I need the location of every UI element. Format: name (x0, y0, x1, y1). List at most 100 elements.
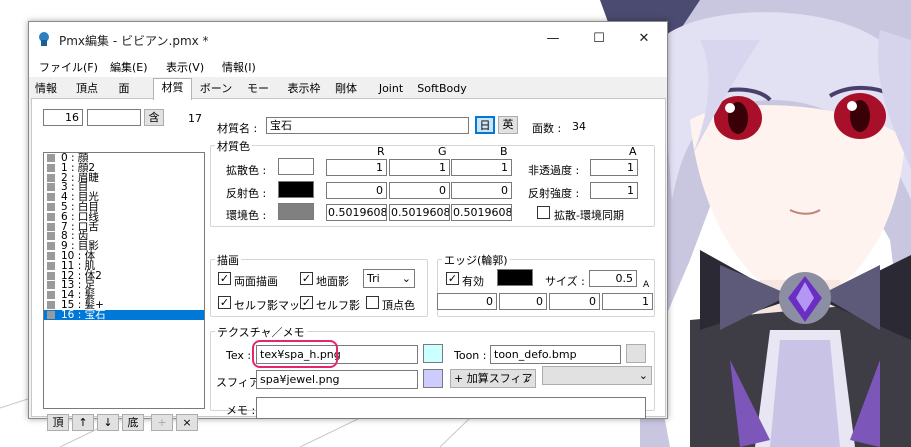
material-color-group-title: 材質色 (215, 138, 252, 154)
minimize-button[interactable]: — (530, 22, 576, 55)
move-bottom-button[interactable]: 底 (122, 414, 144, 431)
material-visibility-icon[interactable] (47, 173, 55, 182)
vertex-color-checkbox[interactable] (366, 296, 379, 309)
toon-select[interactable]: ⌄ (542, 366, 652, 385)
ambient-g-input[interactable]: 0.5019608 (389, 204, 450, 221)
lang-jp-button[interactable]: 日 (475, 116, 495, 134)
tab-softbody[interactable]: SoftBody (417, 80, 467, 97)
material-visibility-icon[interactable] (47, 242, 55, 251)
menu-edit[interactable]: 編集(E) (110, 59, 148, 75)
toon-path-input[interactable]: toon_defo.bmp (490, 345, 621, 364)
ground-shadow-checkbox[interactable]: ✓ (300, 272, 313, 285)
tab-material[interactable]: 材質 (153, 78, 192, 100)
material-list[interactable]: 0 : 顔1 : 顔2 2 : 眉睫 3 : 目4 : 目光 5 : 白目 6 : 口线… (43, 152, 205, 409)
window-title: Pmx編集 - ビビアン.pmx * (59, 34, 209, 48)
memo-input[interactable] (256, 397, 646, 419)
edge-size-input[interactable]: 0.5 (589, 270, 637, 287)
tab-bone[interactable]: ボーン (199, 80, 233, 97)
edge-b-input[interactable]: 0 (549, 293, 600, 310)
material-visibility-icon[interactable] (47, 222, 55, 231)
material-visibility-icon[interactable] (47, 281, 55, 290)
delete-material-button[interactable]: × (176, 414, 198, 431)
header-r: R (377, 145, 385, 158)
specular-g-input[interactable]: 0 (389, 182, 450, 199)
material-name-input[interactable]: 宝石 (266, 117, 469, 134)
material-visibility-icon[interactable] (47, 232, 55, 241)
maximize-button[interactable]: ☐ (576, 22, 622, 55)
tab-display-frame[interactable]: 表示枠 (284, 80, 324, 97)
material-visibility-icon[interactable] (47, 251, 55, 260)
draw-mode-select[interactable]: Tri ⌄ (363, 269, 415, 288)
sync-checkbox[interactable] (537, 206, 550, 219)
diffuse-label: 拡散色 : (226, 164, 267, 177)
ambient-swatch[interactable] (278, 203, 314, 220)
material-visibility-icon[interactable] (47, 271, 55, 280)
highlight-ring (252, 340, 338, 368)
material-visibility-icon[interactable] (47, 300, 55, 309)
sphere-color-swatch[interactable] (423, 369, 443, 388)
tab-face[interactable]: 面 (114, 80, 134, 97)
material-visibility-icon[interactable] (47, 310, 55, 319)
sphere-mode-select[interactable]: + 加算スフィア ⌄ (450, 369, 536, 388)
tab-joint[interactable]: Joint (374, 80, 408, 97)
tex-color-swatch[interactable] (423, 344, 443, 363)
material-visibility-icon[interactable] (47, 154, 55, 162)
specular-r-input[interactable]: 0 (326, 182, 387, 199)
specular-b-input[interactable]: 0 (451, 182, 512, 199)
edge-a-input[interactable]: 1 (602, 293, 653, 310)
lang-en-button[interactable]: 英 (498, 116, 518, 134)
tab-info[interactable]: 情報 (33, 80, 59, 97)
double-sided-checkbox[interactable]: ✓ (218, 272, 231, 285)
alpha-label: 非透過度 : (528, 164, 580, 177)
ambient-b-input[interactable]: 0.5019608 (451, 204, 512, 221)
specular-swatch[interactable] (278, 181, 314, 198)
edge-g-input[interactable]: 0 (499, 293, 547, 310)
material-index-input[interactable]: 16 (43, 109, 83, 126)
move-top-button[interactable]: 頂 (47, 414, 69, 431)
material-visibility-icon[interactable] (47, 193, 55, 202)
material-list-item[interactable]: 16 : 宝石 (44, 310, 204, 320)
title-bar[interactable]: Pmx編集 - ビビアン.pmx * — ☐ ✕ (29, 22, 667, 55)
sphere-path-input[interactable]: spa¥jewel.png (256, 370, 418, 389)
menu-file[interactable]: ファイル(F) (39, 59, 98, 75)
edge-group-title: エッジ(輪郭) (442, 252, 510, 268)
tab-rigid-body[interactable]: 剛体 (331, 80, 361, 97)
close-button[interactable]: ✕ (621, 22, 667, 55)
menu-info[interactable]: 情報(I) (222, 59, 256, 75)
material-visibility-icon[interactable] (47, 163, 55, 172)
include-button[interactable]: 含 (144, 109, 164, 126)
alpha-input[interactable]: 1 (590, 159, 638, 176)
self-shadow-map-checkbox[interactable]: ✓ (218, 296, 231, 309)
diffuse-r-input[interactable]: 1 (326, 159, 387, 176)
material-visibility-icon[interactable] (47, 183, 55, 192)
diffuse-b-input[interactable]: 1 (451, 159, 512, 176)
edge-enabled-checkbox[interactable]: ✓ (446, 272, 459, 285)
specular-power-input[interactable]: 1 (590, 182, 638, 199)
edge-color-swatch[interactable] (497, 269, 533, 286)
material-name-label: 材質名 : (217, 122, 258, 135)
diffuse-g-input[interactable]: 1 (389, 159, 450, 176)
material-visibility-icon[interactable] (47, 202, 55, 211)
material-search-input[interactable] (87, 109, 141, 126)
sync-label: 拡散-環境同期 (554, 209, 624, 222)
header-b: B (500, 145, 508, 158)
chevron-down-icon: ⌄ (638, 369, 648, 382)
material-visibility-icon[interactable] (47, 291, 55, 300)
ambient-r-input[interactable]: 0.5019608 (326, 204, 387, 221)
tab-morph[interactable]: モーフ (242, 80, 274, 112)
menu-view[interactable]: 表示(V) (166, 59, 204, 75)
add-material-button[interactable]: + (151, 414, 173, 431)
menu-bar: ファイル(F) 編集(E) 表示(V) 情報(I) (29, 55, 667, 77)
tab-vertex[interactable]: 頂点 (73, 80, 101, 97)
toon-color-swatch[interactable] (626, 344, 646, 363)
move-down-button[interactable]: ↓ (97, 414, 119, 431)
self-shadow-checkbox[interactable]: ✓ (300, 296, 313, 309)
app-icon (39, 32, 49, 46)
edge-header-a: A (643, 280, 650, 290)
header-g: G (438, 145, 447, 158)
diffuse-swatch[interactable] (278, 158, 314, 175)
move-up-button[interactable]: ↑ (72, 414, 94, 431)
material-visibility-icon[interactable] (47, 212, 55, 221)
edge-r-input[interactable]: 0 (437, 293, 497, 310)
material-visibility-icon[interactable] (47, 261, 55, 270)
